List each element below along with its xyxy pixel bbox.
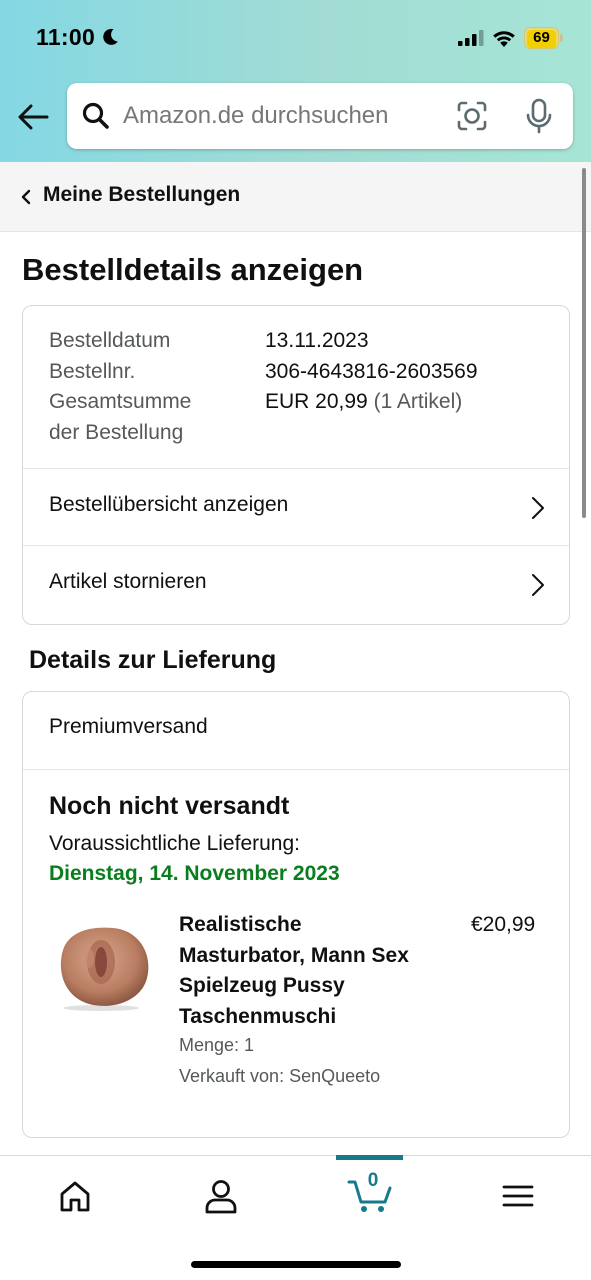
cancel-items-row[interactable]: Artikel stornieren [23,545,569,623]
chevron-left-icon [21,189,31,205]
status-time: 11:00 [36,24,96,50]
battery-indicator: 69 [524,27,564,49]
view-order-summary-row[interactable]: Bestellübersicht anzeigen [23,468,569,546]
active-tab-indicator [336,1155,403,1160]
search-bar[interactable] [67,83,573,149]
product-quantity: Menge: 1 [179,1035,255,1055]
order-total-row: Gesamtsumme der Bestellung EUR 20,99 (1 Ar… [49,387,549,448]
product-price: €20,99 [471,913,536,936]
view-order-summary-label: Bestellübersicht anzeigen [49,493,289,516]
product-image[interactable] [49,920,153,1012]
order-total-label-line2: der Bestellung [49,420,184,444]
wifi-icon [493,31,515,47]
page-title: Bestelldetails anzeigen [22,252,364,287]
search-input[interactable] [123,83,443,149]
chevron-right-icon [532,497,544,519]
order-number-row: Bestellnr. 306-4643816-2603569 [49,357,549,388]
top-header: 11:00 69 [0,0,591,162]
order-total-value: EUR 20,99 (1 Artikel) [265,387,462,418]
order-date-label: Bestelldatum [49,329,171,352]
chevron-right-icon [532,574,544,596]
order-total-label: Gesamtsumme der Bestellung [49,387,265,448]
order-total-label-line1: Gesamtsumme [49,390,192,413]
order-number-label: Bestellnr. [49,359,136,383]
delivery-section-title: Details zur Lieferung [29,646,277,674]
signal-icon [458,30,484,46]
product-seller: Verkauft von: SenQueeto [179,1066,381,1086]
cancel-items-label: Artikel stornieren [49,570,207,593]
product-title-link[interactable]: Realistische Masturbator, Mann Sex Spiel… [179,910,419,1032]
order-date-row: Bestelldatum 13.11.2023 [49,326,549,357]
battery-level: 69 [533,29,550,46]
order-total-amount: EUR 20,99 [265,390,368,413]
home-indicator[interactable] [191,1261,401,1268]
search-icon [82,102,109,129]
order-item-count: (1 Artikel) [373,390,463,413]
camera-lens-icon[interactable] [456,100,488,132]
breadcrumb-label: Meine Bestellungen [43,183,241,206]
order-number-value: 306-4643816-2603569 [265,359,478,383]
order-info: Bestelldatum 13.11.2023 Bestellnr. 306-464… [49,326,549,448]
divider [23,769,569,770]
order-summary-card: Bestelldatum 13.11.2023 Bestellnr. 306-464… [22,305,570,625]
order-date-value: 13.11.2023 [265,329,369,352]
moon-icon [103,28,118,45]
menu-icon[interactable] [500,1178,536,1214]
breadcrumb[interactable]: Meine Bestellungen [0,162,591,232]
delivery-estimate-label: Voraussichtliche Lieferung: [49,832,300,855]
shipment-status: Noch nicht versandt [49,792,290,820]
back-arrow-icon[interactable] [16,100,50,134]
cart-count: 0 [367,1170,379,1191]
microphone-icon[interactable] [523,98,555,134]
account-icon[interactable] [203,1178,239,1214]
shipping-method: Premiumversand [49,715,208,738]
delivery-estimate-date: Dienstag, 14. November 2023 [49,862,340,885]
delivery-card: Premiumversand Noch nicht versandt Vorau… [22,691,570,1138]
scrollbar[interactable] [582,168,586,518]
home-icon[interactable] [57,1178,93,1214]
